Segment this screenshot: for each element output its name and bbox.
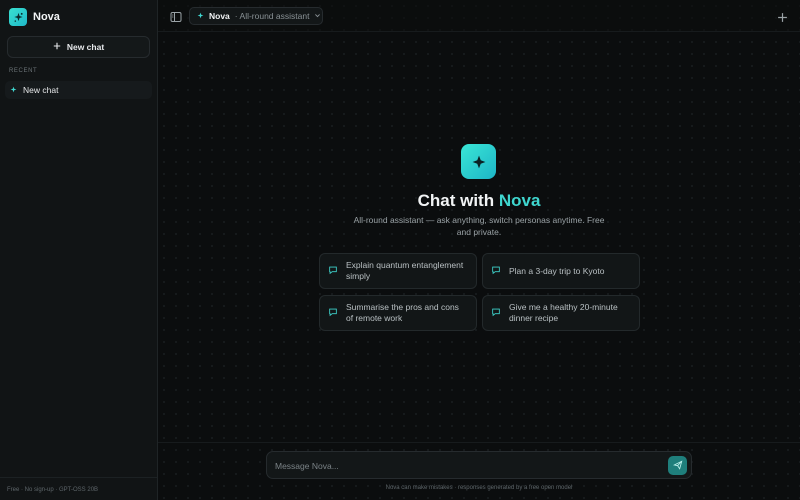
composer-divider	[158, 442, 800, 443]
message-input[interactable]	[275, 458, 655, 474]
topbar: Nova · All-round assistant	[158, 0, 800, 32]
recent-chat-label: New chat	[23, 85, 59, 95]
hero-title-prefix: Chat with	[417, 191, 495, 210]
sidebar: Nova New chat RECENT New chat Free · No …	[0, 0, 158, 500]
hero-title: Chat with Nova	[158, 191, 800, 211]
recent-section-label: RECENT	[9, 68, 38, 74]
suggestion-text: Summarise the pros and cons of remote wo…	[346, 302, 459, 323]
sparkle-icon	[197, 11, 204, 21]
message-composer	[266, 451, 692, 479]
new-chat-label: New chat	[66, 42, 105, 52]
sparkle-logo-icon	[9, 8, 27, 26]
send-icon	[672, 457, 683, 475]
hero-subtitle: All-round assistant — ask anything, swit…	[353, 215, 605, 237]
chat-bubble-icon	[328, 307, 338, 320]
new-chat-button[interactable]: New chat	[7, 36, 150, 58]
suggestion-text: Give me a healthy 20-minute dinner recip…	[509, 302, 618, 323]
suggestion-card[interactable]: Plan a 3-day trip to Kyoto	[482, 253, 640, 289]
new-chat-plus-icon[interactable]	[777, 10, 788, 22]
send-button[interactable]	[668, 456, 687, 475]
persona-selector[interactable]: Nova · All-round assistant	[189, 7, 323, 25]
chat-bubble-icon	[491, 265, 501, 278]
chevron-down-icon	[314, 11, 321, 21]
suggestion-card[interactable]: Summarise the pros and cons of remote wo…	[319, 295, 477, 331]
persona-description: · All-round assistant	[234, 11, 310, 21]
brand[interactable]: Nova	[9, 8, 60, 26]
hero-sparkle-icon	[461, 144, 496, 179]
sidebar-toggle-icon[interactable]	[170, 10, 182, 22]
suggestion-card[interactable]: Explain quantum entanglement simply	[319, 253, 477, 289]
sidebar-footer-divider	[0, 477, 157, 478]
suggestion-text: Explain quantum entanglement simply	[346, 260, 464, 281]
chat-bubble-icon	[491, 307, 501, 320]
disclaimer-text: Nova can make mistakes · responses gener…	[385, 485, 573, 491]
persona-name: Nova	[209, 11, 230, 21]
suggestion-card[interactable]: Give me a healthy 20-minute dinner recip…	[482, 295, 640, 331]
plus-icon	[53, 42, 61, 52]
sparkle-icon	[10, 85, 17, 95]
chat-bubble-icon	[328, 265, 338, 278]
hero-title-accent: Nova	[498, 191, 541, 210]
brand-name: Nova	[33, 11, 60, 23]
recent-chat-item[interactable]: New chat	[5, 81, 152, 99]
app-root: Nova New chat RECENT New chat Free · No …	[0, 0, 800, 500]
main-panel: Nova · All-round assistant Chat with Nov…	[158, 0, 800, 500]
sidebar-footer: Free · No sign-up · GPT-OSS 20B	[7, 487, 99, 493]
suggestion-text: Plan a 3-day trip to Kyoto	[509, 265, 605, 276]
